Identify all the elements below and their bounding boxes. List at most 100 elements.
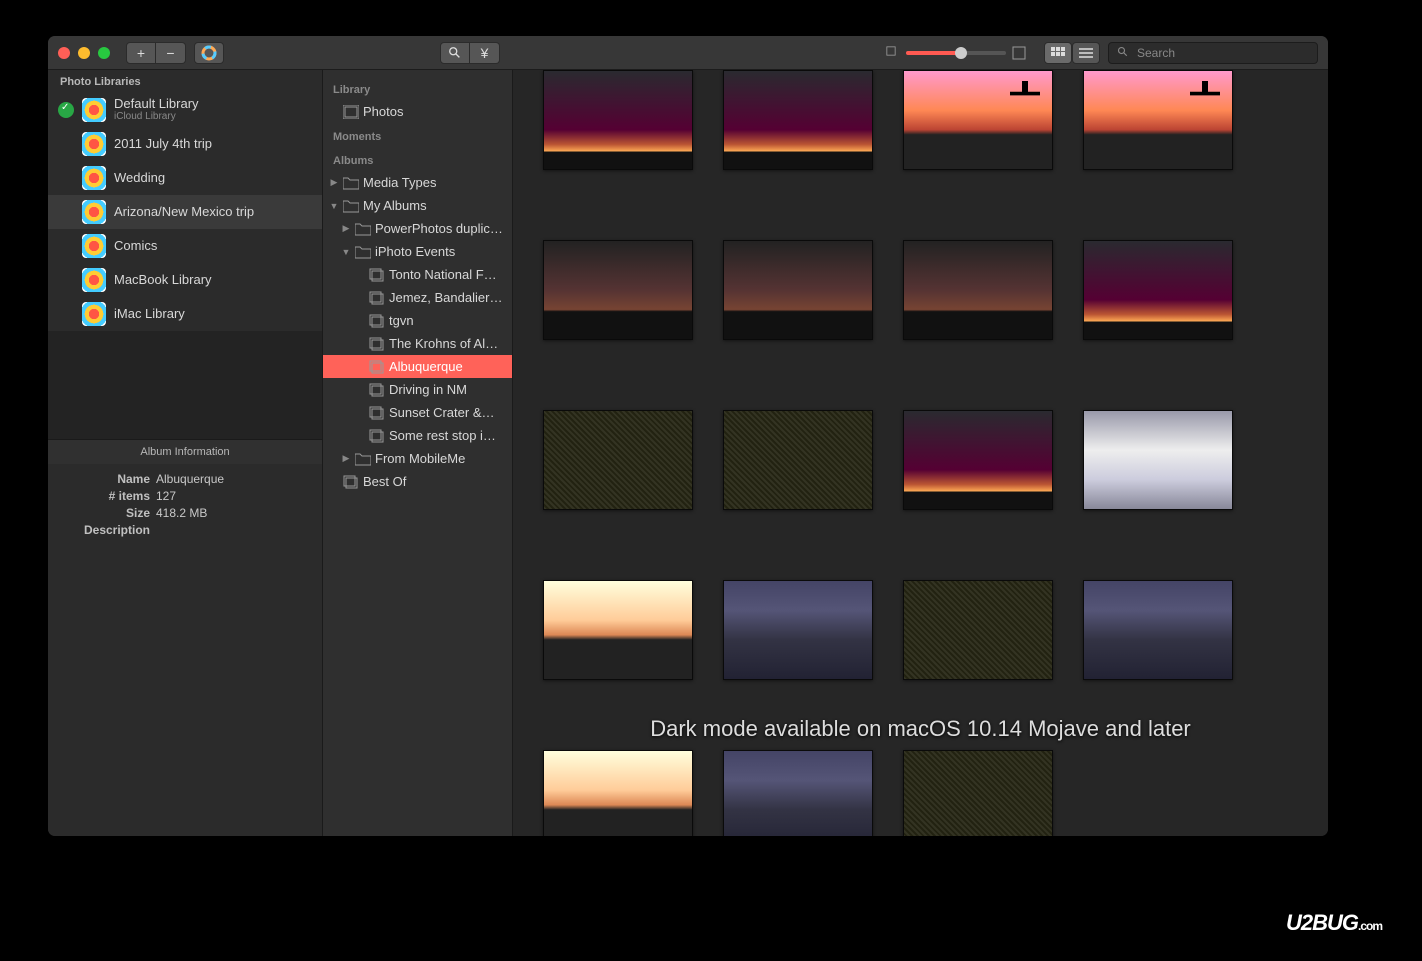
photo-thumbnail[interactable] [543,750,693,836]
library-icon [82,132,106,156]
library-label: MacBook Library [114,273,212,287]
photo-thumbnail[interactable] [1083,410,1233,510]
photos-icon [343,105,359,119]
list-view-button[interactable] [1072,42,1100,64]
photo-thumbnail[interactable] [903,240,1053,340]
thumbnail-size-slider[interactable] [886,46,1026,60]
photo-thumbnail[interactable] [1083,70,1233,170]
tree-item[interactable]: Best Of [323,470,512,493]
tree-item[interactable]: Tonto National F… [323,263,512,286]
tree-item[interactable]: ▶ Media Types [323,171,512,194]
app-window: + − ¥ Search [48,36,1328,836]
window-controls [58,47,110,59]
library-row[interactable]: 2011 July 4th trip [48,127,322,161]
photo-thumbnail[interactable] [903,580,1053,680]
tree-item[interactable]: Sunset Crater &… [323,401,512,424]
library-check-icon [58,102,74,118]
find-duplicates-button[interactable] [440,42,470,64]
tree-item-label: PowerPhotos duplic… [375,221,503,236]
photo-thumbnail[interactable] [543,70,693,170]
remove-button[interactable]: − [156,42,186,64]
photos-app-icon[interactable] [194,42,224,64]
add-remove-group: + − [126,42,186,64]
tree-item[interactable]: ▼ iPhoto Events [323,240,512,263]
library-label: Wedding [114,171,165,185]
tree-cat-moments[interactable]: Moments [323,123,512,147]
thumb-small-icon [886,46,900,60]
disclosure-icon[interactable]: ▶ [341,223,351,234]
tree-item[interactable]: Jemez, Bandalier… [323,286,512,309]
add-button[interactable]: + [126,42,156,64]
tree-item-label: iPhoto Events [375,244,455,259]
grid-view-button[interactable] [1044,42,1072,64]
tree-item-label: Best Of [363,474,406,489]
library-row[interactable]: iMac Library [48,297,322,331]
library-row[interactable]: MacBook Library [48,263,322,297]
watermark: U2BUG.com [1286,910,1382,936]
folder-icon [343,176,359,190]
photo-thumbnail[interactable] [723,580,873,680]
tree-item[interactable]: The Krohns of Al… [323,332,512,355]
photo-thumbnail[interactable] [723,410,873,510]
library-icon [82,234,106,258]
zoom-window-button[interactable] [98,47,110,59]
search-icon [1117,46,1131,60]
album-icon [369,429,385,443]
tree-item[interactable]: Driving in NM [323,378,512,401]
photo-grid [543,70,1298,170]
info-desc-label: Description [60,523,150,537]
tree-item[interactable]: Albuquerque [323,355,512,378]
library-row[interactable]: Default LibraryiCloud Library [48,92,322,127]
tree-item-label: Some rest stop i… [389,428,496,443]
photo-thumbnail[interactable] [723,240,873,340]
album-icon [369,291,385,305]
minimize-window-button[interactable] [78,47,90,59]
tree-item[interactable]: ▶ PowerPhotos duplic… [323,217,512,240]
photo-thumbnail[interactable] [903,750,1053,836]
tree-item-label: Driving in NM [389,382,467,397]
disclosure-icon[interactable]: ▼ [329,201,339,211]
close-window-button[interactable] [58,47,70,59]
tree-item-label: Media Types [363,175,436,190]
info-name-value: Albuquerque [156,472,224,486]
photo-grid-pane[interactable]: Dark mode available on macOS 10.14 Mojav… [513,70,1328,836]
yen-button[interactable]: ¥ [470,42,500,64]
library-row[interactable]: Wedding [48,161,322,195]
tree-item[interactable]: ▼My Albums [323,194,512,217]
library-row[interactable]: Comics [48,229,322,263]
photo-thumbnail[interactable] [543,240,693,340]
tool-group: ¥ [440,42,500,64]
source-tree: Library Photos Moments Albums ▶Media Typ… [323,70,513,836]
photo-thumbnail[interactable] [1083,580,1233,680]
tree-item[interactable]: tgvn [323,309,512,332]
tree-item-photos[interactable]: Photos [323,100,512,123]
album-icon [369,360,385,374]
tree-item-label: Tonto National F… [389,267,497,282]
photo-thumbnail[interactable] [543,410,693,510]
tree-item[interactable]: ▶From MobileMe [323,447,512,470]
album-icon [369,268,385,282]
search-field[interactable]: Search [1108,42,1318,64]
library-label: Default LibraryiCloud Library [114,97,199,122]
folder-icon [355,222,371,236]
photo-thumbnail[interactable] [903,410,1053,510]
folder-icon [343,199,359,213]
photo-thumbnail[interactable] [543,580,693,680]
tree-item[interactable]: Some rest stop i… [323,424,512,447]
view-mode-segment [1044,42,1100,64]
photo-thumbnail[interactable] [903,70,1053,170]
tree-cat-albums: Albums [323,147,512,171]
library-label: iMac Library [114,307,185,321]
photo-thumbnail[interactable] [1083,240,1233,340]
album-icon [369,383,385,397]
disclosure-icon[interactable]: ▼ [341,247,351,257]
disclosure-icon[interactable]: ▶ [341,453,351,464]
photo-thumbnail[interactable] [723,70,873,170]
photo-thumbnail[interactable] [723,750,873,836]
album-icon [343,475,359,489]
library-icon [82,302,106,326]
library-icon [82,200,106,224]
disclosure-icon[interactable]: ▶ [329,177,339,188]
library-row[interactable]: Arizona/New Mexico trip [48,195,322,229]
folder-icon [355,245,371,259]
